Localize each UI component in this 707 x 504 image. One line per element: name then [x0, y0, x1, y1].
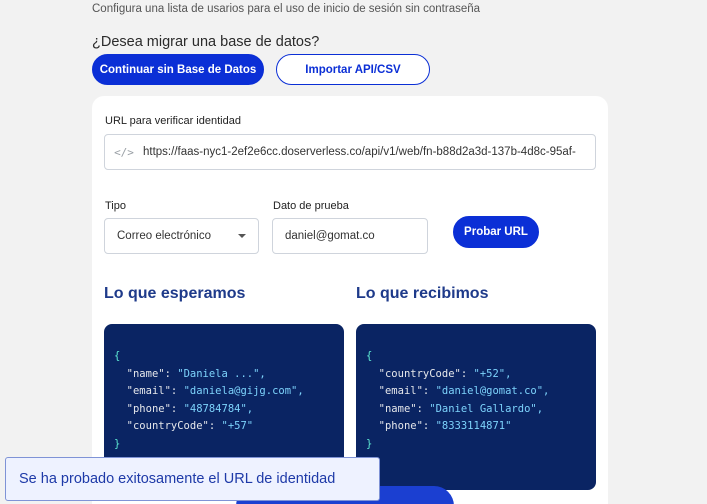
- continue-without-db-button[interactable]: Continuar sin Base de Datos: [92, 54, 264, 85]
- code-line: "email": "daniel@gomat.co",: [378, 385, 550, 397]
- type-label: Tipo: [105, 200, 126, 212]
- code-close-brace: }: [366, 437, 373, 450]
- code-icon: </>: [114, 145, 134, 159]
- test-url-button[interactable]: Probar URL: [453, 216, 539, 248]
- url-input[interactable]: </> https://faas-nyc1-2ef2e6cc.doserverl…: [104, 134, 596, 170]
- import-api-csv-button[interactable]: Importar API/CSV: [276, 54, 430, 85]
- code-line: "email": "daniela@gijg.com",: [126, 385, 304, 397]
- toast-message: Se ha probado exitosamente el URL de ide…: [19, 471, 336, 487]
- expected-title: Lo que esperamos: [104, 285, 246, 302]
- type-value: Correo electrónico: [117, 230, 211, 242]
- received-title: Lo que recibimos: [356, 285, 489, 302]
- test-data-label: Dato de prueba: [273, 200, 349, 212]
- code-open-brace: {: [366, 350, 373, 362]
- chevron-down-icon: [238, 234, 246, 238]
- code-close-brace: }: [114, 437, 121, 450]
- code-open-brace: {: [114, 350, 121, 362]
- url-value: https://faas-nyc1-2ef2e6cc.doserverless.…: [143, 146, 576, 158]
- test-data-value: daniel@gomat.co: [285, 230, 375, 242]
- received-code-block: { "countryCode": "+52", "email": "daniel…: [356, 324, 596, 490]
- code-line: "countryCode": "+57": [126, 420, 254, 432]
- success-toast: Se ha probado exitosamente el URL de ide…: [5, 457, 380, 501]
- code-line: "phone": "8333114871": [378, 420, 512, 432]
- test-data-input[interactable]: daniel@gomat.co: [272, 218, 428, 254]
- type-select[interactable]: Correo electrónico: [104, 218, 259, 254]
- code-line: "name": "Daniela ...",: [126, 367, 266, 380]
- code-line: "phone": "48784784",: [126, 402, 254, 415]
- code-line: "countryCode": "+52",: [378, 367, 512, 380]
- url-label: URL para verificar identidad: [105, 115, 241, 127]
- code-line: "name": "Daniel Gallardo",: [378, 402, 544, 415]
- migrate-question: ¿Desea migrar una base de datos?: [92, 34, 320, 50]
- page-subtitle: Configura una lista de usarios para el u…: [92, 3, 481, 15]
